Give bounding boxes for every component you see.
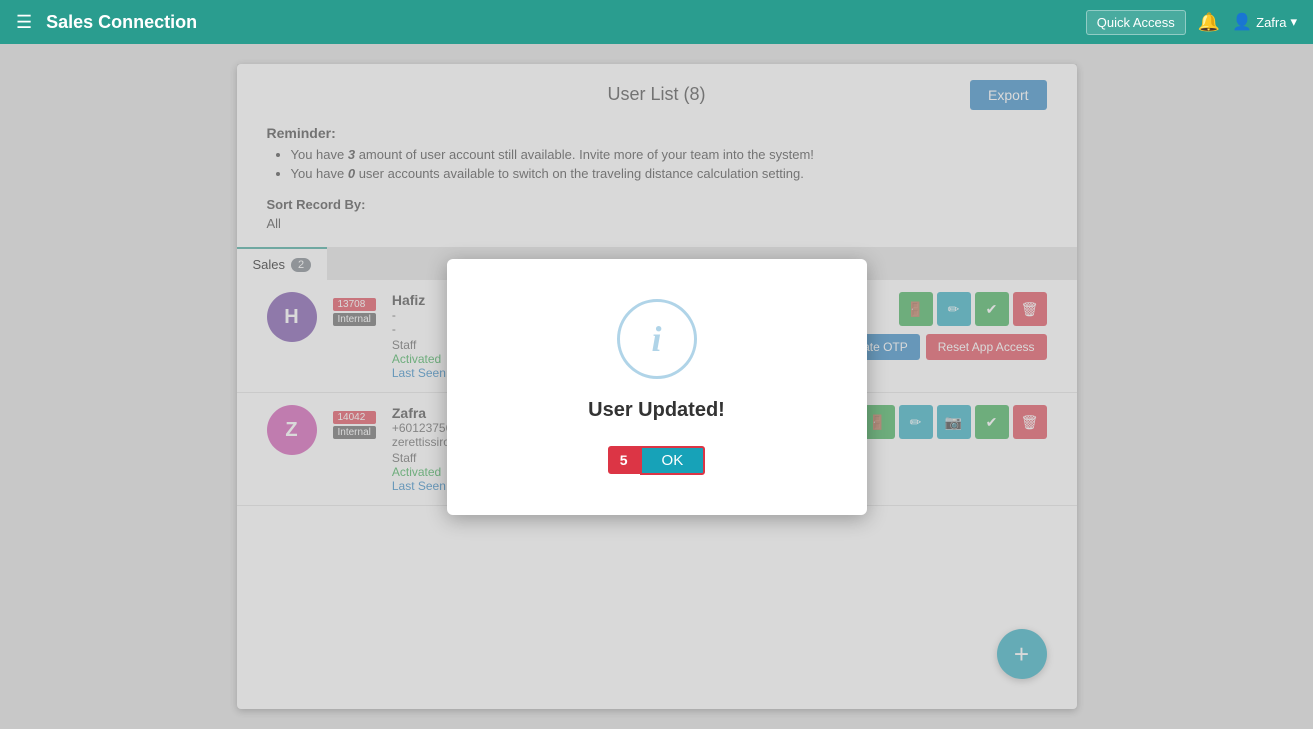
modal-ok-wrapper: 5 OK (608, 446, 705, 475)
user-name-label: Zafra (1256, 15, 1286, 30)
modal-step-badge: 5 (608, 446, 640, 474)
modal-info-icon: i (651, 318, 661, 360)
quick-access-button[interactable]: Quick Access (1086, 10, 1186, 35)
modal-box: i User Updated! 5 OK (447, 259, 867, 515)
header-right: Quick Access 🔔 👤 Zafra ▾ (1086, 10, 1297, 35)
menu-icon[interactable]: ☰ (16, 12, 32, 33)
header: ☰ Sales Connection Quick Access 🔔 👤 Zafr… (0, 0, 1313, 44)
modal-ok-button[interactable]: OK (640, 446, 706, 475)
modal-info-icon-circle: i (617, 299, 697, 379)
app-title: Sales Connection (46, 12, 197, 33)
modal-title: User Updated! (588, 399, 725, 422)
bell-icon[interactable]: 🔔 (1198, 12, 1220, 33)
user-icon: 👤 (1232, 12, 1252, 32)
main-content: User List (8) Export Reminder: You have … (0, 44, 1313, 729)
page-card: User List (8) Export Reminder: You have … (237, 64, 1077, 709)
modal-overlay: i User Updated! 5 OK (237, 64, 1077, 709)
chevron-down-icon: ▾ (1290, 14, 1297, 30)
user-menu[interactable]: 👤 Zafra ▾ (1232, 12, 1297, 32)
